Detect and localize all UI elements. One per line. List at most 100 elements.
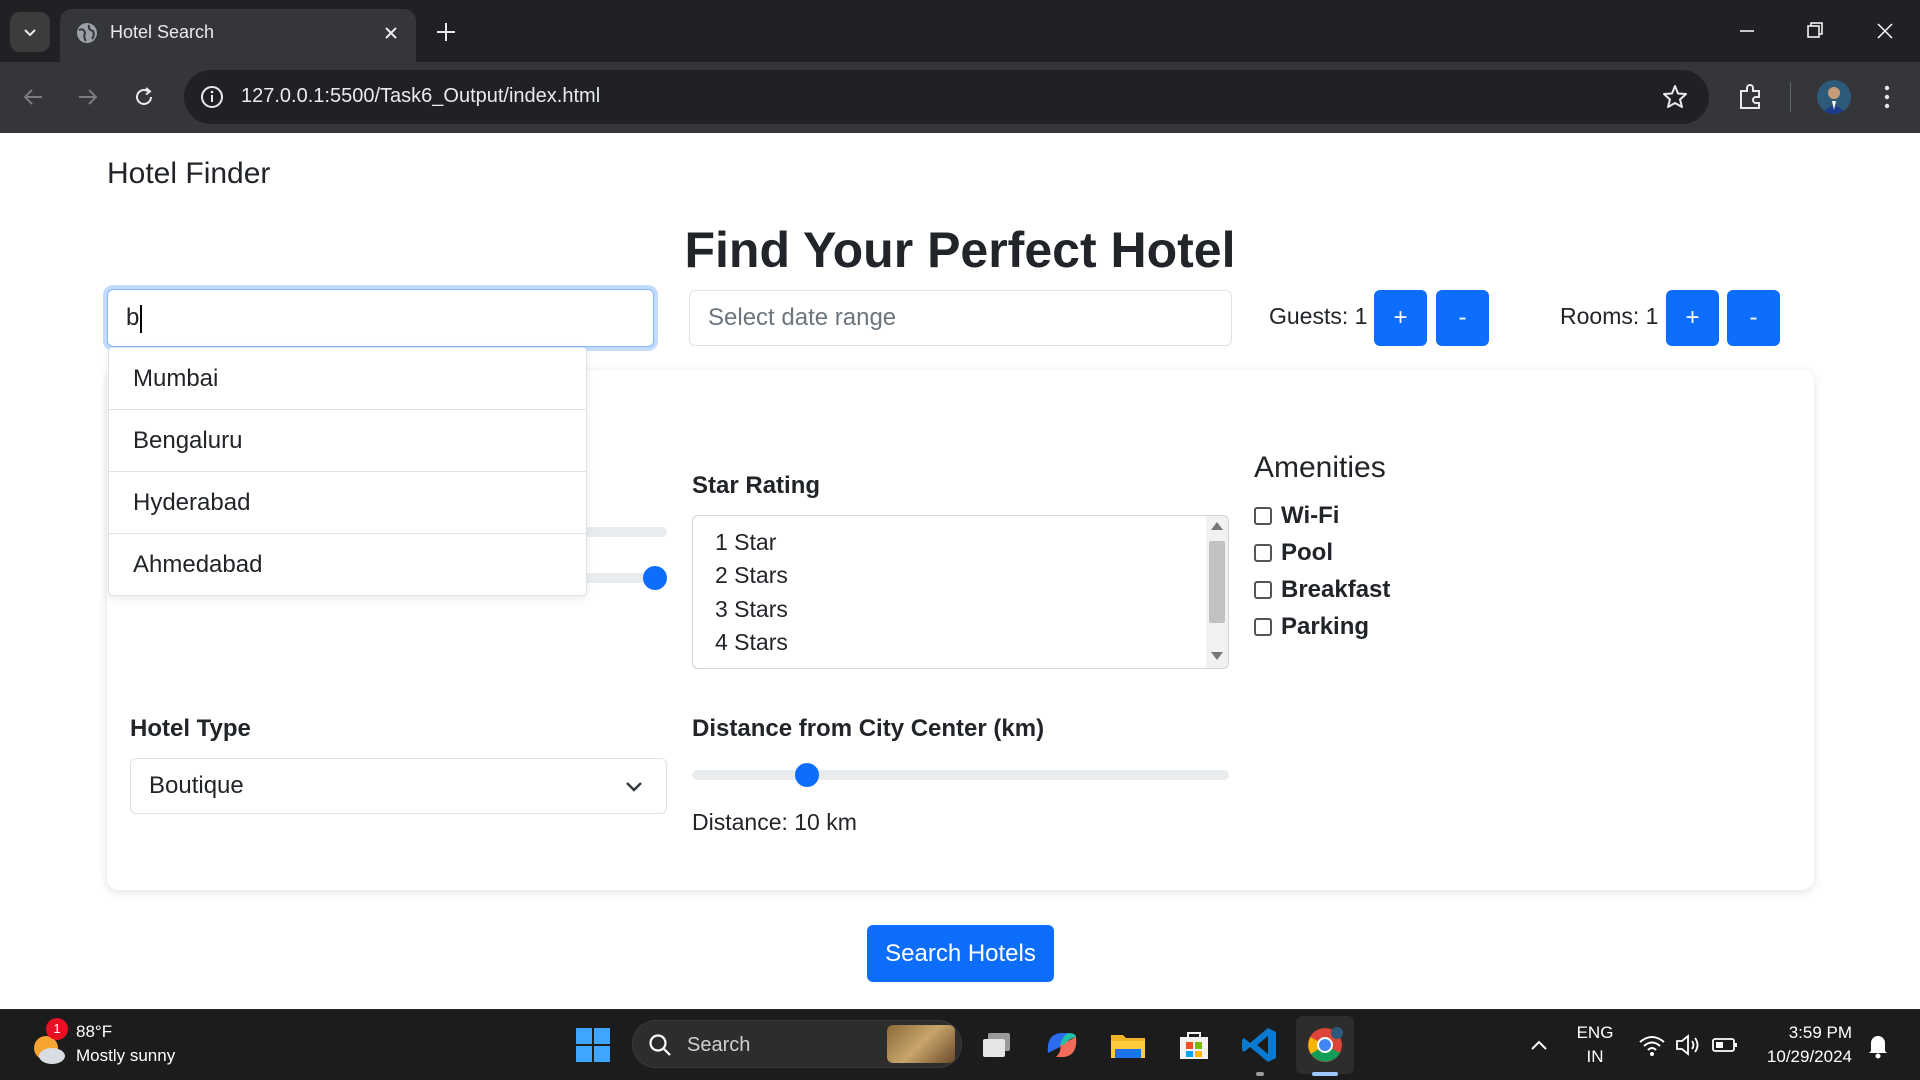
windows-start-icon[interactable] [573, 1025, 613, 1065]
weather-temperature[interactable]: 88°F [76, 1022, 112, 1042]
more-menu-icon[interactable] [1870, 80, 1904, 114]
address-bar[interactable]: 127.0.0.1:5500/Task6_Output/index.html [184, 70, 1709, 124]
taskbar-search-label: Search [687, 1034, 751, 1056]
new-tab-icon[interactable] [432, 18, 460, 46]
windows-taskbar: 1 88°F Mostly sunny Search ENG IN 3:59 P… [0, 1009, 1920, 1080]
search-icon [649, 1034, 671, 1056]
amenity-label: Breakfast [1281, 576, 1391, 603]
star-option[interactable]: 2 Stars [715, 562, 788, 589]
extensions-icon[interactable] [1733, 80, 1767, 114]
vscode-running-indicator [1256, 1072, 1264, 1076]
scroll-thumb[interactable] [1209, 541, 1225, 623]
price-slider-thumb[interactable] [643, 566, 667, 590]
chrome-icon[interactable] [1305, 1025, 1345, 1065]
close-icon[interactable] [380, 22, 402, 44]
search-highlight-image [887, 1025, 955, 1063]
url-text: 127.0.0.1:5500/Task6_Output/index.html [241, 85, 601, 107]
amenity-pool[interactable]: Pool [1254, 539, 1333, 566]
distance-label: Distance from City Center (km) [692, 715, 1045, 742]
scroll-up-arrow-icon[interactable] [1211, 522, 1223, 530]
checkbox[interactable] [1254, 544, 1272, 562]
tab-title: Hotel Search [110, 22, 215, 42]
distance-slider-track[interactable] [692, 770, 1229, 780]
browser-tab[interactable]: Hotel Search [60, 9, 416, 62]
amenity-breakfast[interactable]: Breakfast [1254, 576, 1391, 603]
amenity-label: Parking [1281, 613, 1370, 640]
amenity-parking[interactable]: Parking [1254, 613, 1370, 640]
chevron-down-icon [626, 782, 642, 792]
suggestion-item[interactable]: Bengaluru [109, 410, 586, 472]
battery-icon[interactable] [1710, 1025, 1740, 1065]
vscode-icon[interactable] [1240, 1025, 1280, 1065]
microsoft-store-icon[interactable] [1174, 1025, 1214, 1065]
restore-icon[interactable] [1800, 16, 1830, 46]
minimize-icon[interactable] [1732, 16, 1762, 46]
globe-icon [77, 23, 97, 43]
star-rating-label: Star Rating [692, 472, 821, 499]
wifi-icon[interactable] [1637, 1025, 1667, 1065]
distance-slider-thumb[interactable] [794, 763, 819, 787]
location-suggestions: Mumbai Bengaluru Hyderabad Ahmedabad [108, 347, 587, 596]
amenities-heading: Amenities [1254, 451, 1386, 484]
forward-arrow-icon[interactable] [73, 82, 103, 112]
date-range-input[interactable]: Select date range [689, 290, 1232, 346]
notification-bell-icon[interactable] [1864, 1025, 1892, 1065]
checkbox[interactable] [1254, 581, 1272, 599]
toolbar-divider [1790, 82, 1791, 112]
scroll-down-arrow-icon[interactable] [1211, 652, 1223, 660]
clock-time[interactable]: 3:59 PM [1752, 1023, 1852, 1043]
guests-plus-button[interactable]: + [1374, 290, 1427, 346]
browser-toolbar: 127.0.0.1:5500/Task6_Output/index.html [0, 62, 1920, 133]
chevron-up-icon[interactable] [1528, 1025, 1550, 1065]
hotel-type-value: Boutique [149, 772, 244, 799]
suggestion-item[interactable]: Mumbai [109, 348, 586, 410]
guests-minus-button[interactable]: - [1436, 290, 1489, 346]
language-indicator-top[interactable]: ENG [1575, 1023, 1615, 1043]
rooms-label: Rooms: 1 [1560, 303, 1659, 329]
tab-search-button[interactable] [10, 12, 50, 52]
amenity-label: Wi-Fi [1281, 502, 1340, 529]
weather-badge: 1 [46, 1018, 68, 1040]
browser-tabstrip: Hotel Search [0, 0, 1920, 62]
window-close-icon[interactable] [1870, 16, 1900, 46]
bookmark-star-icon[interactable] [1661, 83, 1689, 111]
checkbox[interactable] [1254, 618, 1272, 636]
chrome-active-indicator [1312, 1072, 1338, 1076]
rooms-plus-button[interactable]: + [1666, 290, 1719, 346]
navbar-brand[interactable]: Hotel Finder [107, 157, 270, 191]
language-indicator-bottom[interactable]: IN [1575, 1047, 1615, 1067]
text-caret [140, 304, 143, 333]
taskbar-search[interactable]: Search [632, 1020, 962, 1068]
site-info-icon[interactable] [198, 83, 226, 111]
amenity-label: Pool [1281, 539, 1333, 566]
search-hotels-button[interactable]: Search Hotels [867, 925, 1054, 982]
file-explorer-icon[interactable] [1108, 1025, 1148, 1065]
hotel-type-select[interactable]: Boutique [130, 758, 667, 814]
star-option[interactable]: 3 Stars [715, 596, 788, 623]
profile-avatar[interactable] [1817, 80, 1851, 114]
distance-readout: Distance: 10 km [692, 809, 857, 835]
checkbox[interactable] [1254, 507, 1272, 525]
star-rating-listbox[interactable]: 1 Star 2 Stars 3 Stars 4 Stars [692, 515, 1229, 669]
clock-date[interactable]: 10/29/2024 [1752, 1047, 1852, 1067]
page-content: Hotel Finder Find Your Perfect Hotel b S… [0, 133, 1920, 1009]
suggestion-item[interactable]: Ahmedabad [109, 534, 586, 596]
reload-icon[interactable] [129, 82, 159, 112]
location-input-value: b [126, 304, 140, 331]
guests-label: Guests: 1 [1269, 303, 1368, 329]
page-title: Find Your Perfect Hotel [684, 222, 1236, 278]
star-option[interactable]: 1 Star [715, 529, 776, 556]
amenity-wifi[interactable]: Wi-Fi [1254, 502, 1340, 529]
task-view-icon[interactable] [978, 1025, 1018, 1065]
star-option[interactable]: 4 Stars [715, 629, 788, 656]
volume-icon[interactable] [1673, 1025, 1703, 1065]
copilot-icon[interactable] [1042, 1025, 1082, 1065]
suggestion-item[interactable]: Hyderabad [109, 472, 586, 534]
location-input[interactable]: b [107, 289, 654, 347]
person-icon [1822, 87, 1846, 114]
chevron-down-icon [24, 29, 36, 37]
listbox-scrollbar[interactable] [1206, 516, 1228, 668]
weather-description[interactable]: Mostly sunny [76, 1046, 175, 1066]
back-arrow-icon[interactable] [18, 82, 48, 112]
rooms-minus-button[interactable]: - [1727, 290, 1780, 346]
